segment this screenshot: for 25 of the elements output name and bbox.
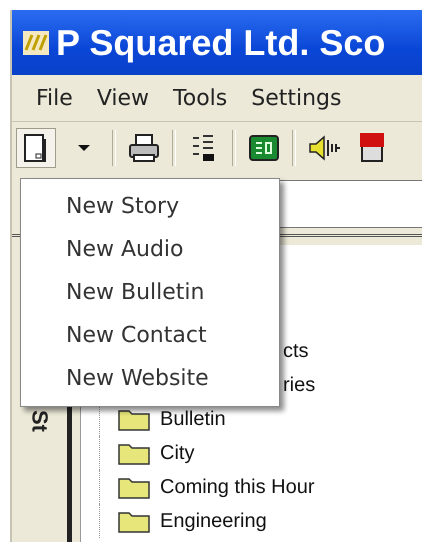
menu-item[interactable]: Tools xyxy=(161,86,240,110)
printer-icon xyxy=(127,133,161,163)
menu-option[interactable]: New Audio xyxy=(21,228,279,271)
tree-item-label[interactable]: ries xyxy=(283,374,316,396)
window-title: P Squared Ltd. Sco xyxy=(56,22,386,64)
new-document-button[interactable] xyxy=(16,128,56,168)
menu-option[interactable]: New Story xyxy=(21,185,279,228)
menu-option[interactable]: New Contact xyxy=(21,314,279,357)
speaker-icon xyxy=(307,134,341,162)
tree-item-label[interactable]: Engineering xyxy=(160,510,267,532)
tree-item-label[interactable]: City xyxy=(160,442,194,464)
caret-icon xyxy=(77,144,91,152)
menu-option[interactable]: New Website xyxy=(21,357,279,400)
app-icon xyxy=(22,30,50,56)
flagged-document-icon xyxy=(357,131,387,165)
tree-item-label[interactable]: Bulletin xyxy=(160,408,226,430)
tree-item-label[interactable]: cts xyxy=(283,340,309,362)
menu-item[interactable]: Settings xyxy=(239,86,354,110)
tree-item-label[interactable]: Coming this Hour xyxy=(160,476,315,498)
menu-option[interactable]: New Bulletin xyxy=(21,271,279,314)
document-icon xyxy=(23,133,49,163)
side-tab-label: St xyxy=(26,410,52,432)
screen-icon xyxy=(248,134,280,162)
menu-item[interactable]: File xyxy=(24,86,85,110)
menu-item[interactable]: View xyxy=(84,86,162,110)
